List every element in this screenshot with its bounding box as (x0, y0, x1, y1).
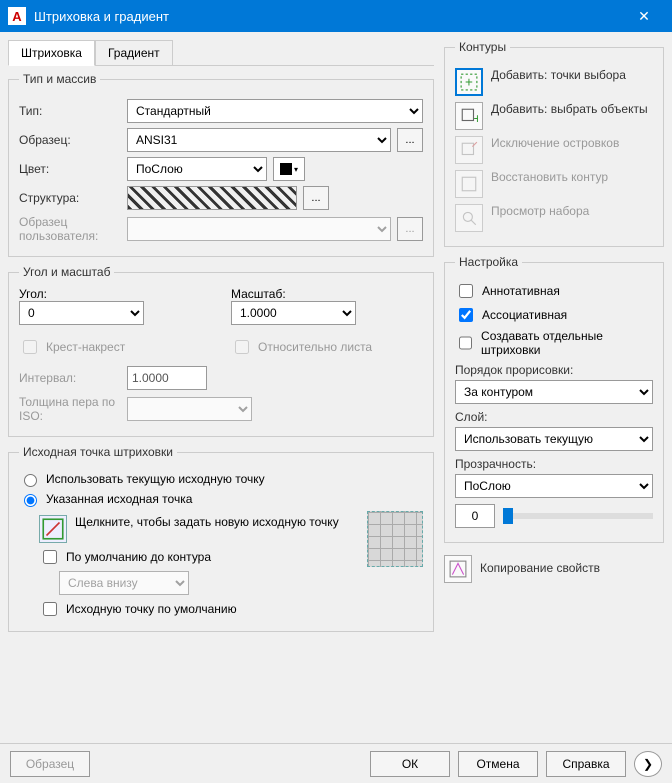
transparency-input[interactable] (455, 504, 495, 528)
color-label: Цвет: (19, 162, 121, 176)
color-select[interactable]: ПоСлою (127, 157, 267, 181)
pattern-label: Образец: (19, 133, 121, 147)
pattern-browse-button[interactable]: ... (397, 128, 423, 152)
ok-button[interactable]: ОК (370, 751, 450, 777)
use-current-radio[interactable] (24, 474, 37, 487)
transparency-select[interactable]: ПоСлою (455, 474, 653, 498)
separate-label: Создавать отдельные штриховки (481, 329, 653, 357)
store-default-checkbox[interactable] (43, 602, 57, 616)
iso-label: Толщина пера по ISO: (19, 395, 121, 423)
footer: Образец ОК Отмена Справка ❯ (0, 743, 672, 783)
legend-type-array: Тип и массив (19, 72, 100, 86)
default-bound-label: По умолчанию до контура (66, 550, 211, 564)
tabs: Штриховка Градиент (8, 40, 434, 66)
group-origin: Исходная точка штриховки Использовать те… (8, 445, 434, 632)
scale-label: Масштаб: (231, 287, 423, 301)
separate-checkbox[interactable] (459, 336, 472, 350)
layer-select[interactable]: Использовать текущую (455, 427, 653, 451)
set-origin-label: Щелкните, чтобы задать новую исходную то… (75, 515, 339, 529)
store-default-label: Исходную точку по умолчанию (66, 602, 237, 616)
double-label: Крест-накрест (46, 340, 125, 354)
legend-origin: Исходная точка штриховки (19, 445, 177, 459)
tab-gradient[interactable]: Градиент (95, 40, 173, 65)
transparency-label: Прозрачность: (455, 457, 653, 471)
view-sel-label: Просмотр набора (491, 204, 589, 218)
iso-select (127, 397, 252, 421)
inherit-button[interactable] (444, 555, 472, 583)
svg-text:+: + (474, 111, 479, 125)
default-bound-checkbox[interactable] (43, 550, 57, 564)
svg-text:+: + (465, 75, 473, 90)
swatch-preview[interactable] (127, 186, 297, 210)
scale-select[interactable]: 1.0000 (231, 301, 356, 325)
associative-checkbox[interactable] (459, 308, 473, 322)
close-icon[interactable]: ✕ (624, 0, 664, 32)
associative-label: Ассоциативная (482, 308, 567, 322)
group-options: Настройка Аннотативная Ассоциативная Соз… (444, 255, 664, 543)
app-icon: A (8, 7, 26, 25)
pattern-select[interactable]: ANSI31 (127, 128, 391, 152)
specified-label: Указанная исходная точка (46, 492, 192, 506)
origin-preview (367, 511, 423, 567)
layer-label: Слой: (455, 410, 653, 424)
draw-order-label: Порядок прорисовки: (455, 363, 653, 377)
titlebar: A Штриховка и градиент ✕ (0, 0, 672, 32)
group-angle-scale: Угол и масштаб Угол: 0 Масштаб: 1.0000 К… (8, 265, 434, 437)
add-pick-button[interactable]: + (455, 68, 483, 96)
angle-select[interactable]: 0 (19, 301, 144, 325)
specified-radio[interactable] (24, 494, 37, 507)
legend-angle-scale: Угол и масштаб (19, 265, 114, 279)
add-pick-label: Добавить: точки выбора (491, 68, 626, 82)
view-sel-button (455, 204, 483, 232)
rel-paper-checkbox (235, 340, 249, 354)
rel-paper-label: Относительно листа (258, 340, 372, 354)
type-label: Тип: (19, 104, 121, 118)
expand-button[interactable]: ❯ (634, 751, 662, 777)
add-select-button[interactable]: + (455, 102, 483, 130)
spacing-label: Интервал: (19, 371, 121, 385)
group-boundaries: Контуры + Добавить: точки выбора + Добав… (444, 40, 664, 247)
inherit-label: Копирование свойств (480, 555, 600, 575)
group-type-array: Тип и массив Тип: Стандартный Образец: A… (8, 72, 434, 257)
add-select-label: Добавить: выбрать объекты (491, 102, 648, 116)
preview-button: Образец (10, 751, 90, 777)
recreate-label: Восстановить контур (491, 170, 608, 184)
draw-order-select[interactable]: За контуром (455, 380, 653, 404)
angle-label: Угол: (19, 287, 211, 301)
annotative-label: Аннотативная (482, 284, 560, 298)
remove-label: Исключение островков (491, 136, 619, 150)
type-select[interactable]: Стандартный (127, 99, 423, 123)
cancel-button[interactable]: Отмена (458, 751, 538, 777)
recreate-button (455, 170, 483, 198)
custom-pattern-label: Образец пользователя: (19, 215, 121, 243)
transparency-slider[interactable] (503, 513, 653, 519)
color-picker-button[interactable] (273, 157, 305, 181)
swatch-browse-button[interactable]: ... (303, 186, 329, 210)
use-current-label: Использовать текущую исходную точку (46, 472, 265, 486)
window-title: Штриховка и градиент (34, 9, 624, 24)
custom-pattern-select (127, 217, 391, 241)
custom-browse-button: ... (397, 217, 423, 241)
swatch-label: Структура: (19, 191, 121, 205)
origin-position-select: Слева внизу (59, 571, 189, 595)
double-checkbox (23, 340, 37, 354)
set-origin-button[interactable] (39, 515, 67, 543)
tab-hatch[interactable]: Штриховка (8, 40, 95, 66)
help-button[interactable]: Справка (546, 751, 626, 777)
remove-button (455, 136, 483, 164)
legend-boundaries: Контуры (455, 40, 510, 54)
spacing-input (127, 366, 207, 390)
legend-options: Настройка (455, 255, 522, 269)
annotative-checkbox[interactable] (459, 284, 473, 298)
